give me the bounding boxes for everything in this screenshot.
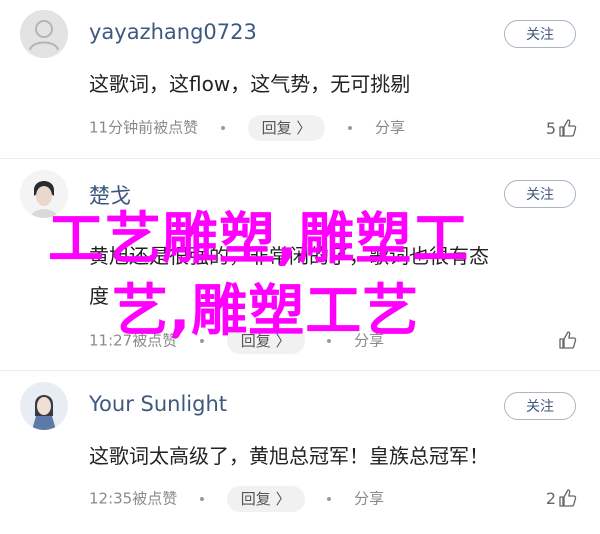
- timestamp: 12:35被点赞: [89, 489, 178, 508]
- share-button[interactable]: 分享: [375, 119, 405, 137]
- comment-meta: 12:35被点赞 回复 〉 分享: [89, 486, 384, 512]
- comment-text: 这歌词太高级了，黄旭总冠军！皇族总冠军！: [89, 444, 489, 468]
- like-count: 5: [545, 118, 556, 138]
- username[interactable]: Your Sunlight: [89, 392, 227, 416]
- thumbs-up-icon: [559, 119, 577, 137]
- like-count: 2: [545, 488, 556, 508]
- comment-text-line: 度: [89, 284, 109, 308]
- follow-button[interactable]: 关注: [504, 180, 576, 208]
- user-photo-icon: [20, 382, 68, 430]
- reply-button[interactable]: 回复 〉: [247, 115, 326, 141]
- comment-meta: 11分钟前被点赞 回复 〉 分享: [89, 115, 405, 141]
- default-avatar-icon: [20, 10, 68, 58]
- avatar[interactable]: [20, 10, 68, 58]
- comment-text: 这歌词，这flow，这气势，无可挑剔: [89, 72, 411, 96]
- like-button[interactable]: 2: [546, 488, 578, 508]
- like-button[interactable]: [556, 330, 578, 350]
- separator-dot: [220, 126, 225, 130]
- divider: [0, 158, 600, 159]
- follow-button[interactable]: 关注: [504, 20, 576, 48]
- share-button[interactable]: 分享: [354, 490, 384, 508]
- comment-item: Your Sunlight 关注 这歌词太高级了，黄旭总冠军！皇族总冠军！ 12…: [0, 372, 600, 534]
- thumbs-up-icon: [559, 331, 577, 349]
- separator-dot: [200, 497, 205, 501]
- username[interactable]: 楚戈: [89, 180, 131, 210]
- avatar[interactable]: [20, 382, 68, 430]
- follow-button[interactable]: 关注: [504, 392, 576, 420]
- separator-dot: [327, 497, 332, 501]
- reply-button[interactable]: 回复 〉: [226, 486, 305, 512]
- separator-dot: [348, 126, 353, 130]
- thumbs-up-icon: [559, 489, 577, 507]
- timestamp: 11分钟前被点赞: [89, 118, 199, 137]
- overlay-title-line1: 工艺雕塑,雕塑工: [48, 207, 470, 272]
- username[interactable]: yayazhang0723: [89, 20, 257, 44]
- divider: [0, 370, 600, 371]
- overlay-title-line2: 艺,雕塑工艺: [112, 279, 420, 344]
- like-button[interactable]: 5: [546, 118, 578, 138]
- comment-item: yayazhang0723 关注 这歌词，这flow，这气势，无可挑剔 11分钟…: [0, 0, 600, 165]
